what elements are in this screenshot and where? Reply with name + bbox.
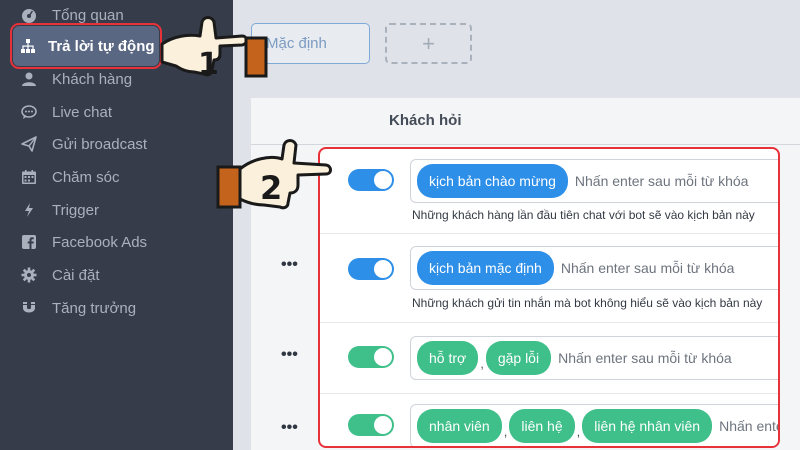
sidebar-item-label: Tổng quan <box>52 6 124 24</box>
sidebar-item-care[interactable]: Chăm sóc <box>12 162 120 192</box>
sidebar-item-label: Trigger <box>52 201 99 219</box>
user-icon <box>18 68 40 90</box>
keyword-placeholder: Nhấn enter sau mỗi từ khóa <box>574 173 749 189</box>
sidebar-item-label: Gửi broadcast <box>52 135 148 153</box>
sidebar-item-trigger[interactable]: Trigger <box>12 195 99 225</box>
keyword-chip[interactable]: hỗ trợ <box>417 341 479 375</box>
row-toggle[interactable] <box>348 414 394 436</box>
keyword-rows-highlight: kịch bản chào mừng Nhấn enter sau mỗi từ… <box>318 147 780 448</box>
sidebar-item-label: Trả lời tự động <box>48 37 155 55</box>
magnet-icon <box>18 297 40 319</box>
chip-separator: , <box>576 423 581 439</box>
sidebar-item-broadcast[interactable]: Gửi broadcast <box>12 129 147 159</box>
chip-separator: , <box>503 423 508 439</box>
keyword-chip[interactable]: liên hệ <box>509 409 575 443</box>
send-icon <box>18 133 40 155</box>
step-number: 1 <box>198 47 219 82</box>
row-menu-button[interactable]: ••• <box>281 346 298 364</box>
keyword-chip[interactable]: kịch bản chào mừng <box>417 164 568 198</box>
toggle-knob <box>374 348 392 366</box>
toggle-knob <box>374 416 392 434</box>
row-toggle[interactable] <box>348 346 394 368</box>
chip-separator: , <box>480 355 484 371</box>
sidebar-item-customers[interactable]: Khách hàng <box>12 64 132 94</box>
column-header-customer-asks: Khách hỏi <box>389 112 462 129</box>
toggle-knob <box>374 171 392 189</box>
facebook-icon <box>18 231 40 253</box>
sidebar-item-label: Cài đặt <box>52 266 100 284</box>
row-menu-button[interactable]: ••• <box>281 256 298 274</box>
keyword-chip[interactable]: kịch bản mặc định <box>417 251 554 285</box>
sitemap-icon <box>17 35 39 57</box>
keyword-placeholder: Nhấn enter sau mỗi từ khóa <box>719 418 778 434</box>
sidebar-item-label: Khách hàng <box>52 70 133 88</box>
pointing-hand-2-icon: 2 <box>214 137 336 217</box>
sidebar-item-facebook-ads[interactable]: Facebook Ads <box>12 227 147 257</box>
keyword-chip[interactable]: nhân viên <box>417 409 502 443</box>
sidebar-item-label: Chăm sóc <box>52 168 120 186</box>
row-description: Những khách gửi tin nhắn mà bot không hi… <box>412 296 763 310</box>
sidebar-item-growth[interactable]: Tăng trưởng <box>12 293 136 323</box>
divider <box>320 233 778 234</box>
gear-icon <box>18 264 40 286</box>
divider <box>320 393 778 394</box>
toggle-knob <box>374 260 392 278</box>
pointing-hand-1-icon: 1 <box>154 14 270 89</box>
sidebar-item-auto-reply[interactable]: Trả lời tự động <box>13 26 159 66</box>
keyword-input[interactable]: hỗ trợ , gặp lỗi Nhấn enter sau mỗi từ k… <box>410 336 778 380</box>
chat-icon <box>18 101 40 123</box>
sidebar-item-label: Live chat <box>52 103 113 121</box>
add-button[interactable]: + <box>385 23 472 64</box>
calendar-icon <box>18 166 40 188</box>
divider <box>320 322 778 323</box>
sidebar-item-live-chat[interactable]: Live chat <box>12 97 112 127</box>
bolt-icon <box>18 199 40 221</box>
sidebar-item-settings[interactable]: Cài đặt <box>12 260 100 290</box>
keyword-chip[interactable]: gặp lỗi <box>485 341 552 375</box>
sidebar-item-label: Facebook Ads <box>52 233 148 251</box>
row-toggle[interactable] <box>348 258 394 280</box>
keyword-placeholder: Nhấn enter sau mỗi từ khóa <box>558 350 732 366</box>
row-description: Những khách hàng lần đầu tiên chat với b… <box>412 208 755 222</box>
keyword-input[interactable]: kịch bản chào mừng Nhấn enter sau mỗi từ… <box>410 159 778 203</box>
keyword-input[interactable]: nhân viên , liên hệ , liên hệ nhân viên … <box>410 404 778 446</box>
step-number: 2 <box>260 169 282 207</box>
keyword-input[interactable]: kịch bản mặc định Nhấn enter sau mỗi từ … <box>410 246 778 290</box>
sidebar-item-label: Tăng trưởng <box>52 299 137 317</box>
row-toggle[interactable] <box>348 169 394 191</box>
row-menu-button[interactable]: ••• <box>281 419 298 437</box>
keyword-chip[interactable]: liên hệ nhân viên <box>582 409 713 443</box>
keyword-placeholder: Nhấn enter sau mỗi từ khóa <box>560 260 735 276</box>
